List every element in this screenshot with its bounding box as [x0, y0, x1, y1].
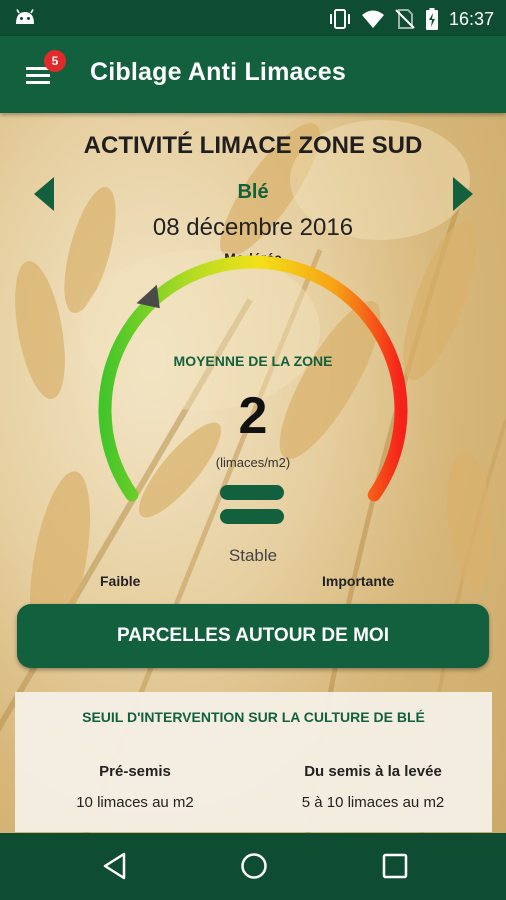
navigation-bar [0, 833, 506, 900]
battery-charging-icon [425, 8, 438, 30]
zone-title: ACTIVITÉ LIMACE ZONE SUD [83, 132, 423, 159]
threshold-col-value: 10 limaces au m2 [76, 794, 194, 811]
app-bar: 5 Ciblage Anti Limaces [0, 36, 506, 113]
home-icon[interactable] [239, 851, 269, 881]
threshold-col-value: 5 à 10 limaces au m2 [301, 794, 445, 811]
android-icon [16, 9, 34, 24]
next-arrow-icon[interactable] [451, 177, 473, 211]
no-sim-icon [395, 9, 415, 29]
stable-trend-icon [220, 485, 284, 500]
gauge-unit: (limaces/m2) [215, 455, 291, 470]
nearby-plots-button[interactable]: PARCELLES AUTOUR DE MOI [17, 604, 489, 668]
threshold-title: SEUIL D'INTERVENTION SUR LA CULTURE DE B… [82, 709, 425, 725]
vibrate-icon [329, 9, 350, 29]
trend-label: Stable [228, 546, 278, 565]
back-icon[interactable] [100, 851, 130, 881]
gauge-low-label: Faible [100, 573, 141, 589]
status-time: 16:37 [448, 8, 494, 29]
wifi-icon [361, 10, 384, 28]
date-label: 08 décembre 2016 [152, 214, 354, 241]
threshold-col-label: Pré-semis [99, 763, 171, 780]
notification-badge: 5 [44, 50, 66, 72]
threshold-col-label: Du semis à la levée [304, 763, 442, 780]
hamburger-icon-bar [26, 74, 50, 77]
crop-name: Blé [237, 181, 269, 203]
threshold-card: SEUIL D'INTERVENTION SUR LA CULTURE DE B… [15, 692, 492, 832]
gauge-high-label: Importante [322, 573, 395, 589]
recents-icon[interactable] [380, 851, 410, 881]
status-bar: 16:37 [0, 0, 506, 36]
app-title: Ciblage Anti Limaces [90, 58, 346, 86]
stable-trend-icon-bar [220, 509, 284, 524]
gauge-value: 2 [238, 387, 268, 445]
gauge-subtitle: MOYENNE DE LA ZONE [173, 353, 333, 369]
hamburger-icon-bar [26, 81, 50, 84]
